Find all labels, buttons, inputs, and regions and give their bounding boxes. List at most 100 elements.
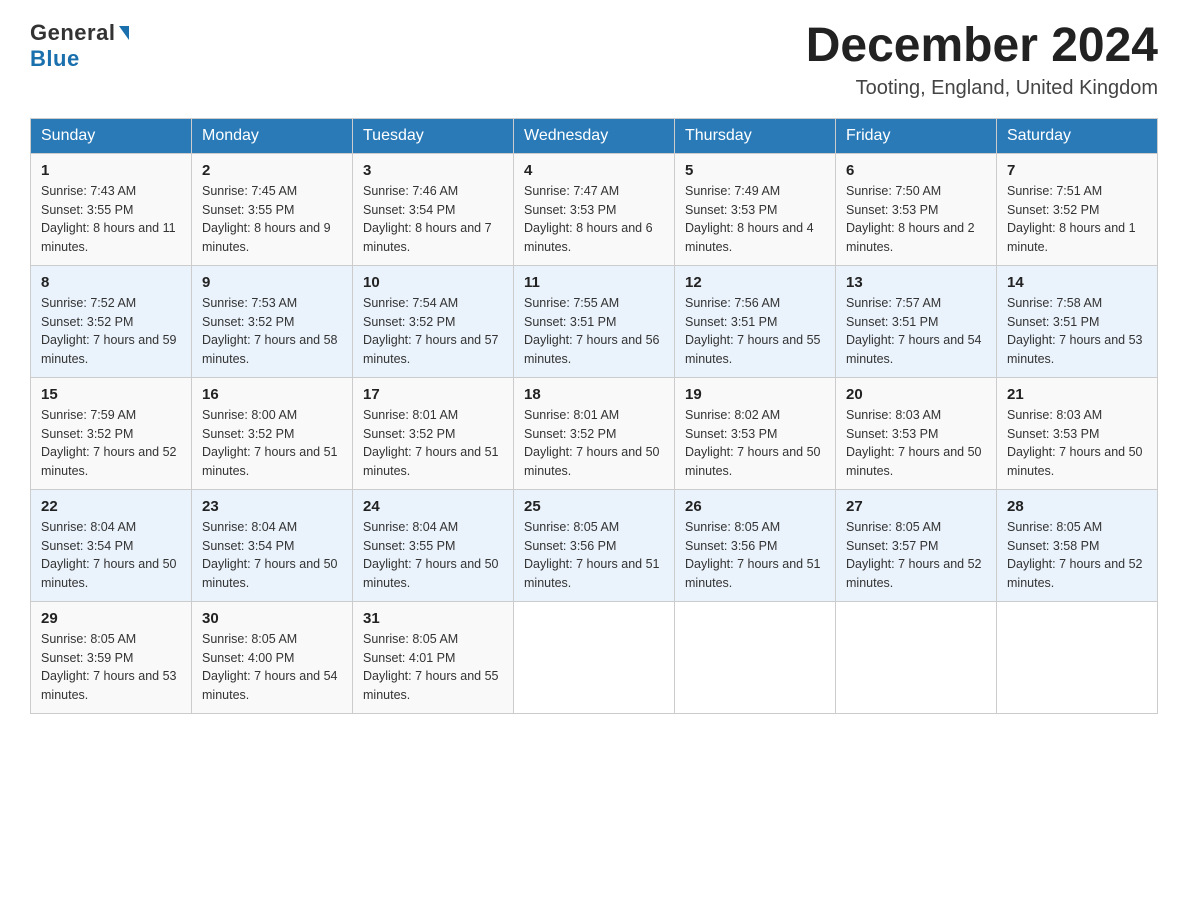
weekday-header-row: SundayMondayTuesdayWednesdayThursdayFrid… xyxy=(31,118,1158,153)
day-number: 8 xyxy=(41,274,181,291)
calendar-cell: 19 Sunrise: 8:02 AMSunset: 3:53 PMDaylig… xyxy=(675,377,836,489)
calendar-cell: 11 Sunrise: 7:55 AMSunset: 3:51 PMDaylig… xyxy=(514,265,675,377)
calendar-cell: 23 Sunrise: 8:04 AMSunset: 3:54 PMDaylig… xyxy=(192,489,353,601)
day-number: 25 xyxy=(524,498,664,515)
day-number: 13 xyxy=(846,274,986,291)
weekday-header-sunday: Sunday xyxy=(31,118,192,153)
day-info: Sunrise: 8:05 AMSunset: 4:01 PMDaylight:… xyxy=(363,632,499,702)
day-info: Sunrise: 7:54 AMSunset: 3:52 PMDaylight:… xyxy=(363,296,499,366)
day-info: Sunrise: 7:51 AMSunset: 3:52 PMDaylight:… xyxy=(1007,184,1136,254)
day-number: 31 xyxy=(363,610,503,627)
calendar-cell: 14 Sunrise: 7:58 AMSunset: 3:51 PMDaylig… xyxy=(997,265,1158,377)
calendar-cell: 1 Sunrise: 7:43 AMSunset: 3:55 PMDayligh… xyxy=(31,153,192,265)
calendar-cell: 21 Sunrise: 8:03 AMSunset: 3:53 PMDaylig… xyxy=(997,377,1158,489)
logo-blue-text: Blue xyxy=(30,46,80,71)
day-number: 7 xyxy=(1007,162,1147,179)
day-number: 2 xyxy=(202,162,342,179)
calendar-cell: 25 Sunrise: 8:05 AMSunset: 3:56 PMDaylig… xyxy=(514,489,675,601)
day-number: 17 xyxy=(363,386,503,403)
day-number: 12 xyxy=(685,274,825,291)
weekday-header-monday: Monday xyxy=(192,118,353,153)
day-number: 30 xyxy=(202,610,342,627)
day-info: Sunrise: 8:05 AMSunset: 3:57 PMDaylight:… xyxy=(846,520,982,590)
day-info: Sunrise: 8:05 AMSunset: 3:59 PMDaylight:… xyxy=(41,632,177,702)
calendar-cell: 26 Sunrise: 8:05 AMSunset: 3:56 PMDaylig… xyxy=(675,489,836,601)
calendar-cell: 9 Sunrise: 7:53 AMSunset: 3:52 PMDayligh… xyxy=(192,265,353,377)
day-number: 27 xyxy=(846,498,986,515)
day-info: Sunrise: 8:05 AMSunset: 3:56 PMDaylight:… xyxy=(524,520,660,590)
calendar-cell: 24 Sunrise: 8:04 AMSunset: 3:55 PMDaylig… xyxy=(353,489,514,601)
location-text: Tooting, England, United Kingdom xyxy=(806,77,1158,100)
day-number: 14 xyxy=(1007,274,1147,291)
day-info: Sunrise: 8:00 AMSunset: 3:52 PMDaylight:… xyxy=(202,408,338,478)
calendar-cell: 4 Sunrise: 7:47 AMSunset: 3:53 PMDayligh… xyxy=(514,153,675,265)
calendar-table: SundayMondayTuesdayWednesdayThursdayFrid… xyxy=(30,118,1158,714)
day-number: 18 xyxy=(524,386,664,403)
page-header: General Blue December 2024 Tooting, Engl… xyxy=(30,20,1158,100)
day-info: Sunrise: 8:01 AMSunset: 3:52 PMDaylight:… xyxy=(363,408,499,478)
day-number: 4 xyxy=(524,162,664,179)
weekday-header-friday: Friday xyxy=(836,118,997,153)
day-info: Sunrise: 7:50 AMSunset: 3:53 PMDaylight:… xyxy=(846,184,975,254)
day-number: 9 xyxy=(202,274,342,291)
day-number: 6 xyxy=(846,162,986,179)
day-info: Sunrise: 8:04 AMSunset: 3:55 PMDaylight:… xyxy=(363,520,499,590)
day-info: Sunrise: 8:01 AMSunset: 3:52 PMDaylight:… xyxy=(524,408,660,478)
calendar-cell xyxy=(514,601,675,713)
calendar-cell: 13 Sunrise: 7:57 AMSunset: 3:51 PMDaylig… xyxy=(836,265,997,377)
calendar-cell: 15 Sunrise: 7:59 AMSunset: 3:52 PMDaylig… xyxy=(31,377,192,489)
weekday-header-wednesday: Wednesday xyxy=(514,118,675,153)
calendar-cell: 12 Sunrise: 7:56 AMSunset: 3:51 PMDaylig… xyxy=(675,265,836,377)
day-info: Sunrise: 8:05 AMSunset: 4:00 PMDaylight:… xyxy=(202,632,338,702)
day-info: Sunrise: 7:49 AMSunset: 3:53 PMDaylight:… xyxy=(685,184,814,254)
calendar-cell: 2 Sunrise: 7:45 AMSunset: 3:55 PMDayligh… xyxy=(192,153,353,265)
day-info: Sunrise: 8:03 AMSunset: 3:53 PMDaylight:… xyxy=(846,408,982,478)
day-number: 23 xyxy=(202,498,342,515)
day-number: 11 xyxy=(524,274,664,291)
day-info: Sunrise: 8:04 AMSunset: 3:54 PMDaylight:… xyxy=(202,520,338,590)
calendar-week-row: 29 Sunrise: 8:05 AMSunset: 3:59 PMDaylig… xyxy=(31,601,1158,713)
calendar-cell xyxy=(836,601,997,713)
calendar-cell: 10 Sunrise: 7:54 AMSunset: 3:52 PMDaylig… xyxy=(353,265,514,377)
day-info: Sunrise: 7:56 AMSunset: 3:51 PMDaylight:… xyxy=(685,296,821,366)
calendar-week-row: 22 Sunrise: 8:04 AMSunset: 3:54 PMDaylig… xyxy=(31,489,1158,601)
calendar-cell: 27 Sunrise: 8:05 AMSunset: 3:57 PMDaylig… xyxy=(836,489,997,601)
calendar-week-row: 8 Sunrise: 7:52 AMSunset: 3:52 PMDayligh… xyxy=(31,265,1158,377)
weekday-header-tuesday: Tuesday xyxy=(353,118,514,153)
logo-general-text: General xyxy=(30,20,115,46)
day-info: Sunrise: 7:59 AMSunset: 3:52 PMDaylight:… xyxy=(41,408,177,478)
calendar-cell xyxy=(675,601,836,713)
day-number: 16 xyxy=(202,386,342,403)
calendar-cell: 30 Sunrise: 8:05 AMSunset: 4:00 PMDaylig… xyxy=(192,601,353,713)
day-info: Sunrise: 8:04 AMSunset: 3:54 PMDaylight:… xyxy=(41,520,177,590)
day-info: Sunrise: 7:55 AMSunset: 3:51 PMDaylight:… xyxy=(524,296,660,366)
day-number: 21 xyxy=(1007,386,1147,403)
calendar-cell: 17 Sunrise: 8:01 AMSunset: 3:52 PMDaylig… xyxy=(353,377,514,489)
month-title: December 2024 xyxy=(806,20,1158,73)
day-info: Sunrise: 7:46 AMSunset: 3:54 PMDaylight:… xyxy=(363,184,492,254)
day-info: Sunrise: 7:45 AMSunset: 3:55 PMDaylight:… xyxy=(202,184,331,254)
day-number: 1 xyxy=(41,162,181,179)
calendar-cell: 16 Sunrise: 8:00 AMSunset: 3:52 PMDaylig… xyxy=(192,377,353,489)
calendar-cell: 7 Sunrise: 7:51 AMSunset: 3:52 PMDayligh… xyxy=(997,153,1158,265)
day-info: Sunrise: 8:03 AMSunset: 3:53 PMDaylight:… xyxy=(1007,408,1143,478)
day-info: Sunrise: 8:02 AMSunset: 3:53 PMDaylight:… xyxy=(685,408,821,478)
day-info: Sunrise: 7:58 AMSunset: 3:51 PMDaylight:… xyxy=(1007,296,1143,366)
calendar-cell: 6 Sunrise: 7:50 AMSunset: 3:53 PMDayligh… xyxy=(836,153,997,265)
calendar-cell: 3 Sunrise: 7:46 AMSunset: 3:54 PMDayligh… xyxy=(353,153,514,265)
day-info: Sunrise: 7:57 AMSunset: 3:51 PMDaylight:… xyxy=(846,296,982,366)
weekday-header-thursday: Thursday xyxy=(675,118,836,153)
day-number: 29 xyxy=(41,610,181,627)
calendar-cell: 8 Sunrise: 7:52 AMSunset: 3:52 PMDayligh… xyxy=(31,265,192,377)
calendar-cell: 22 Sunrise: 8:04 AMSunset: 3:54 PMDaylig… xyxy=(31,489,192,601)
calendar-cell: 28 Sunrise: 8:05 AMSunset: 3:58 PMDaylig… xyxy=(997,489,1158,601)
day-info: Sunrise: 8:05 AMSunset: 3:56 PMDaylight:… xyxy=(685,520,821,590)
logo: General Blue xyxy=(30,20,129,72)
calendar-cell: 29 Sunrise: 8:05 AMSunset: 3:59 PMDaylig… xyxy=(31,601,192,713)
calendar-cell: 31 Sunrise: 8:05 AMSunset: 4:01 PMDaylig… xyxy=(353,601,514,713)
day-info: Sunrise: 7:52 AMSunset: 3:52 PMDaylight:… xyxy=(41,296,177,366)
calendar-week-row: 15 Sunrise: 7:59 AMSunset: 3:52 PMDaylig… xyxy=(31,377,1158,489)
day-info: Sunrise: 7:47 AMSunset: 3:53 PMDaylight:… xyxy=(524,184,653,254)
calendar-week-row: 1 Sunrise: 7:43 AMSunset: 3:55 PMDayligh… xyxy=(31,153,1158,265)
logo-triangle-icon xyxy=(119,26,129,40)
